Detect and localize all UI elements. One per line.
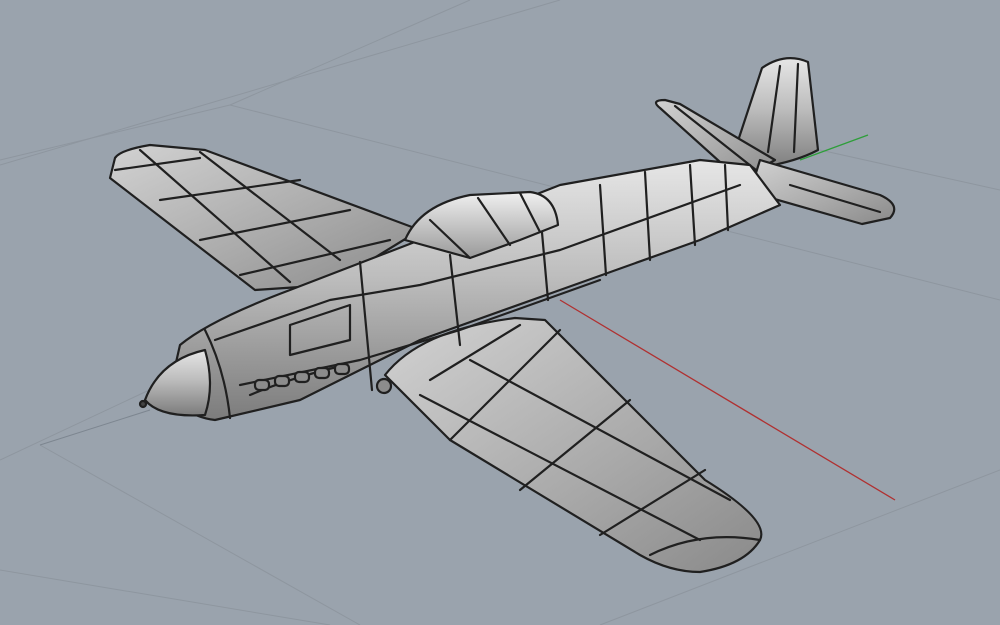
3d-viewport[interactable] bbox=[0, 0, 1000, 625]
propeller-spinner[interactable] bbox=[143, 348, 212, 417]
right-horizontal-stabilizer[interactable] bbox=[748, 158, 896, 226]
spinner-tip bbox=[138, 399, 148, 409]
right-wing[interactable] bbox=[383, 316, 763, 574]
viewport-canvas[interactable] bbox=[0, 0, 1000, 625]
aircraft-model[interactable] bbox=[108, 57, 896, 574]
landing-gear-fairing bbox=[375, 377, 393, 395]
